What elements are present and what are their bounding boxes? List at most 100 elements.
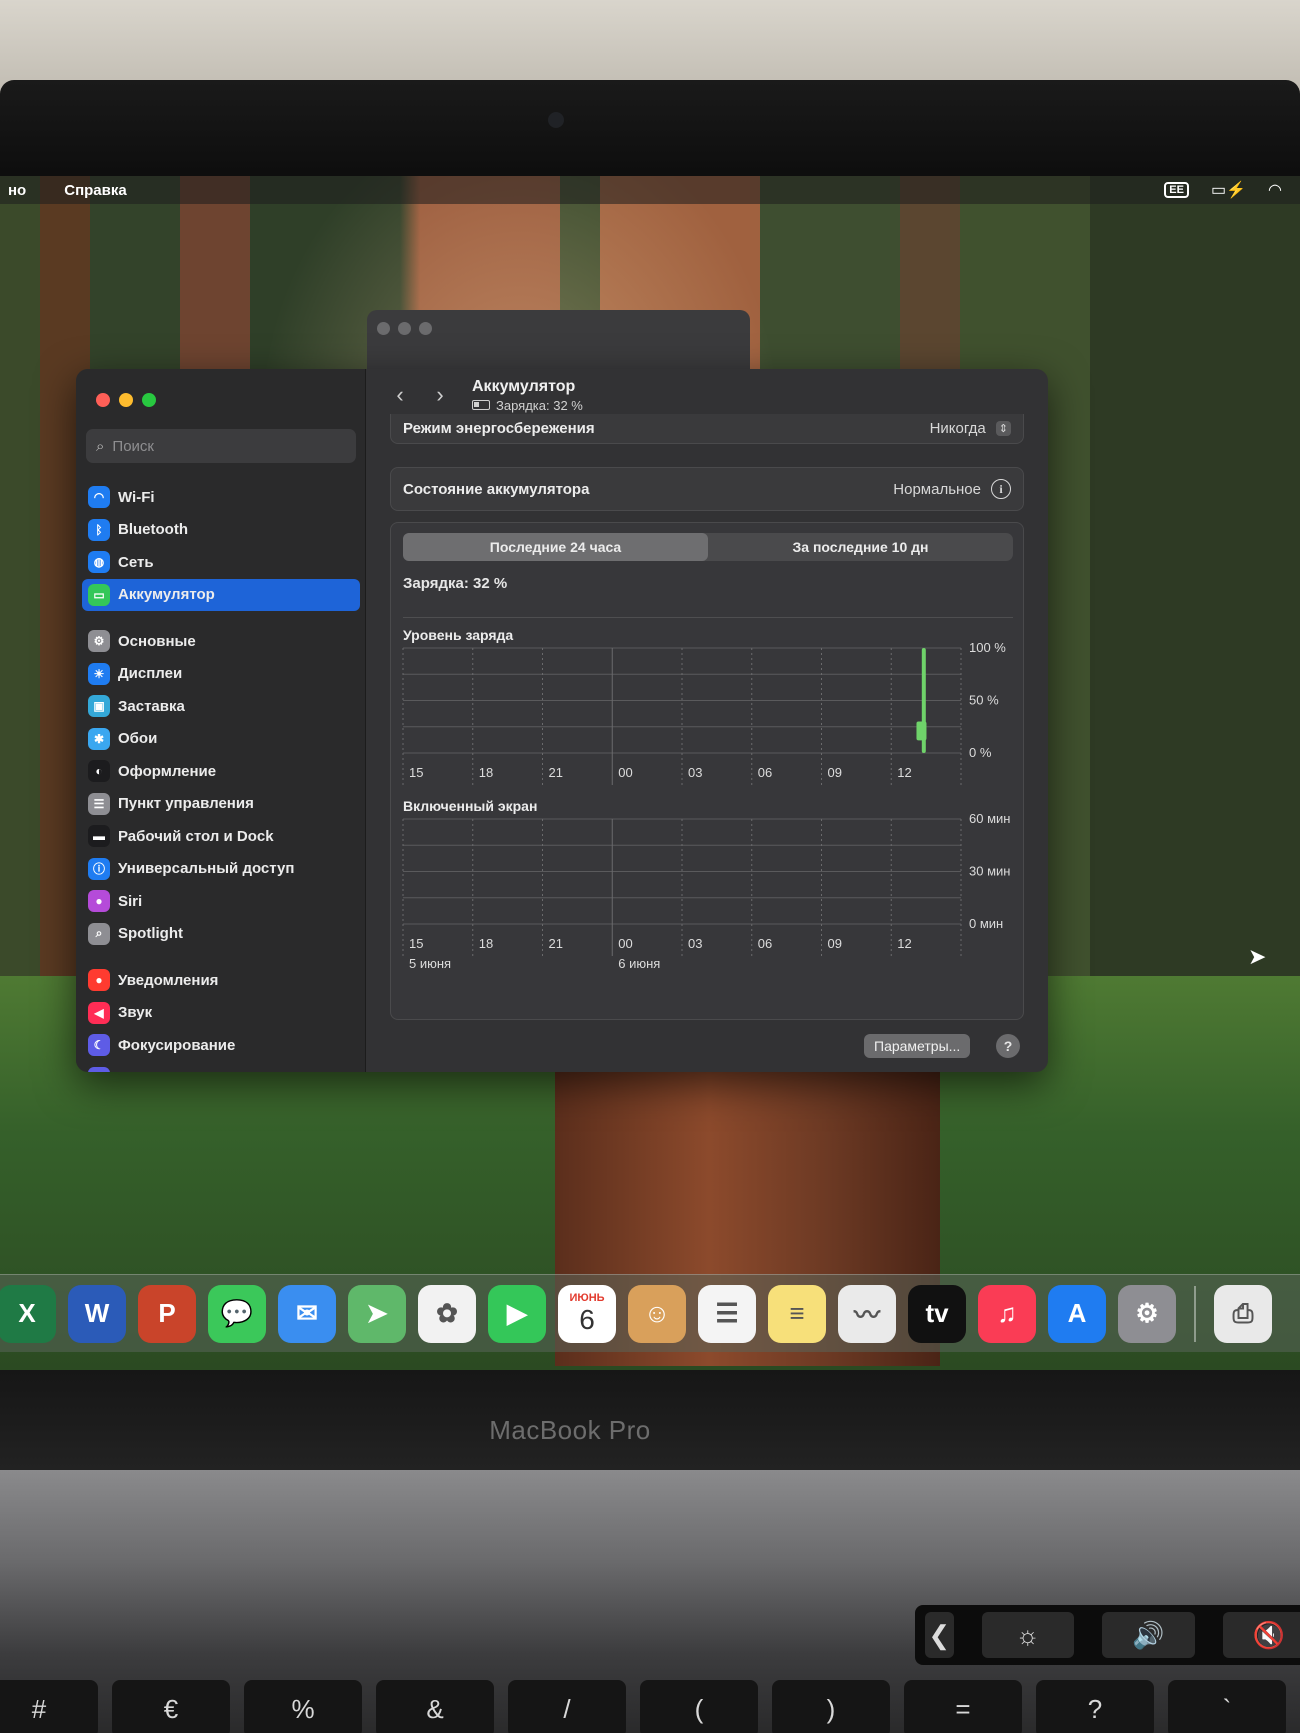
- search-field[interactable]: ⌕ Поиск: [86, 429, 356, 463]
- energy-mode-label: Режим энергосбережения: [403, 420, 595, 437]
- y-tick-label: 0 %: [969, 745, 992, 760]
- sidebar-item-spotlight[interactable]: ⌕ Spotlight: [82, 918, 360, 951]
- sidebar-item-dock[interactable]: ▬ Рабочий стол и Dock: [82, 820, 360, 853]
- y-tick-label: 100 %: [969, 640, 1006, 655]
- sidebar-item-display[interactable]: ☀ Дисплеи: [82, 658, 360, 691]
- keyboard-key[interactable]: =: [904, 1680, 1022, 1733]
- sidebar-item-appearance[interactable]: ◐ Оформление: [82, 755, 360, 788]
- tab-last-10d[interactable]: За последние 10 дн: [708, 533, 1013, 561]
- battery-health-label: Состояние аккумулятора: [403, 480, 590, 498]
- sidebar-item-bluetooth[interactable]: ᛒ Bluetooth: [82, 514, 360, 547]
- touchbar-brightness-icon[interactable]: ☼: [981, 1612, 1075, 1658]
- maps-app[interactable]: ➤: [348, 1284, 406, 1343]
- excel-app[interactable]: X: [0, 1284, 56, 1343]
- sidebar-item-label: Wi-Fi: [118, 488, 155, 506]
- options-button[interactable]: Параметры...: [864, 1034, 971, 1058]
- date-label: 5 июня: [409, 956, 451, 971]
- sidebar-item-gear[interactable]: ⚙ Основные: [82, 625, 360, 658]
- touchbar-expand-icon[interactable]: ❮: [925, 1612, 954, 1658]
- sidebar-item-screensaver[interactable]: ▣ Заставка: [82, 690, 360, 723]
- network-icon: ◍: [88, 551, 110, 574]
- sidebar-item-focus[interactable]: ☾ Фокусирование: [82, 1029, 360, 1062]
- sidebar-item-sound[interactable]: ◀ Звук: [82, 997, 360, 1030]
- tab-last-24h[interactable]: Последние 24 часа: [403, 533, 708, 561]
- screensaver-icon: ▣: [88, 695, 110, 718]
- sidebar-item-wifi[interactable]: ◠ Wi-Fi: [82, 481, 360, 514]
- spotlight-icon: ⌕: [88, 922, 110, 945]
- printer-app[interactable]: ⎙: [1214, 1284, 1272, 1343]
- freeform-app[interactable]: 〰: [838, 1284, 896, 1343]
- control-center-icon: ☰: [88, 792, 110, 815]
- sidebar-item-label: Заставка: [118, 697, 185, 715]
- keyboard-key[interactable]: #: [0, 1680, 98, 1733]
- help-button[interactable]: ?: [996, 1034, 1020, 1058]
- menu-item-help[interactable]: Справка: [64, 182, 126, 199]
- sidebar-item-battery[interactable]: ▭ Аккумулятор: [82, 578, 360, 611]
- sidebar-item-label: Аккумулятор: [118, 586, 215, 604]
- background-window[interactable]: [367, 310, 750, 370]
- powerpoint-app[interactable]: P: [138, 1284, 196, 1343]
- sidebar-item-network[interactable]: ◍ Сеть: [82, 546, 360, 579]
- period-segmented-control: Последние 24 часа За последние 10 дн: [403, 533, 1013, 561]
- keyboard-key[interactable]: /: [508, 1680, 626, 1733]
- minimize-button[interactable]: [119, 393, 133, 407]
- keyboard-key[interactable]: %: [244, 1680, 362, 1733]
- input-source-icon[interactable]: ЕЕ: [1164, 182, 1189, 198]
- search-icon: ⌕: [96, 437, 105, 455]
- touchbar-volume-icon[interactable]: 🔊: [1102, 1612, 1195, 1658]
- music-app[interactable]: ♫: [978, 1284, 1036, 1343]
- zoom-button[interactable]: [142, 393, 156, 407]
- keyboard-key[interactable]: ?: [1036, 1680, 1154, 1733]
- menu-item-partial[interactable]: но: [8, 182, 26, 199]
- calendar-app[interactable]: ИЮНЬ 6: [558, 1284, 616, 1343]
- mail-app[interactable]: ✉: [278, 1284, 336, 1343]
- keyboard-key[interactable]: `: [1168, 1680, 1286, 1733]
- forward-button[interactable]: ›: [420, 382, 460, 408]
- sidebar-item-control-center[interactable]: ☰ Пункт управления: [82, 788, 360, 821]
- divider: [403, 617, 1013, 618]
- sidebar-item-notifications[interactable]: ● Уведомления: [82, 964, 360, 997]
- sidebar-item-siri[interactable]: ● Siri: [82, 885, 360, 918]
- keyboard-key[interactable]: €: [112, 1680, 230, 1733]
- sidebar-item-wallpaper[interactable]: ✱ Обои: [82, 723, 360, 756]
- notes-app[interactable]: ≡: [768, 1284, 826, 1343]
- siri-icon: ●: [88, 890, 110, 913]
- sidebar-item-label: Рабочий стол и Dock: [118, 827, 274, 845]
- wifi-status-icon[interactable]: ◠: [1268, 180, 1282, 200]
- facetime-app[interactable]: ▶: [488, 1284, 546, 1343]
- sidebar-item-label: Spotlight: [118, 925, 183, 943]
- x-tick-label: 15: [409, 765, 423, 780]
- usage-history-card: Последние 24 часа За последние 10 дн Зар…: [390, 522, 1024, 1020]
- x-tick-label: 18: [479, 765, 493, 780]
- system-settings-app[interactable]: ⚙: [1118, 1284, 1176, 1343]
- main-pane: ‹ › Аккумулятор Зарядка: 32 % Режим энер…: [366, 369, 1048, 1072]
- keyboard-key[interactable]: (: [640, 1680, 758, 1733]
- keyboard-key[interactable]: &: [376, 1680, 494, 1733]
- reminders-app[interactable]: ☰: [698, 1284, 756, 1343]
- page-title: Аккумулятор: [472, 377, 576, 395]
- word-app[interactable]: W: [68, 1284, 126, 1343]
- sidebar-item-label: Siri: [118, 892, 143, 910]
- energy-mode-popup[interactable]: Никогда ⇕: [930, 420, 1011, 437]
- sidebar-list: ◠ Wi-Fi ᛒ Bluetooth ◍ Сеть ▭ Аккумулятор ⚙ Основн…: [82, 481, 360, 1072]
- sidebar-item-label: Bluetooth: [118, 521, 188, 539]
- touchbar-mute-icon[interactable]: 🔇: [1222, 1612, 1300, 1658]
- photos-app[interactable]: ✿: [418, 1284, 476, 1343]
- sidebar-item-accessibility[interactable]: ⓘ Универсальный доступ: [82, 853, 360, 886]
- battery-health-value-group: Нормальное i: [893, 479, 1011, 499]
- close-button[interactable]: [96, 393, 110, 407]
- charge-status: Зарядка: 32 %: [403, 575, 508, 592]
- app-store-app[interactable]: A: [1048, 1284, 1106, 1343]
- calendar-month: ИЮНЬ: [569, 1291, 605, 1304]
- battery-status-icon[interactable]: ▭⚡: [1211, 180, 1246, 200]
- keyboard-key[interactable]: ): [772, 1680, 890, 1733]
- sidebar-item-label: Фокусирование: [118, 1036, 236, 1054]
- x-tick-label: 12: [897, 765, 911, 780]
- tv-app[interactable]: tv: [908, 1284, 966, 1343]
- back-button[interactable]: ‹: [380, 382, 420, 408]
- info-icon[interactable]: i: [991, 479, 1011, 499]
- contacts-app[interactable]: ☺: [628, 1284, 686, 1343]
- sidebar-item-screen-time[interactable]: ⧗ Экранное время: [82, 1062, 360, 1072]
- x-tick-label: 00: [618, 765, 632, 780]
- messages-app[interactable]: 💬: [208, 1284, 266, 1343]
